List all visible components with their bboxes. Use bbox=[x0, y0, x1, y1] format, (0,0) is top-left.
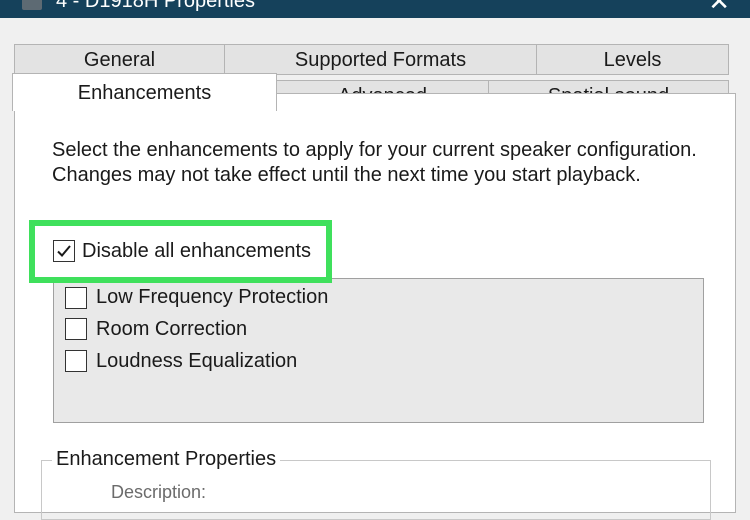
tab-label: Enhancements bbox=[77, 82, 212, 104]
loudness-equalization-label: Loudness Equalization bbox=[96, 350, 298, 372]
loudness-equalization-checkbox[interactable] bbox=[65, 350, 87, 372]
title-bar: 4 - D1918H Properties ✕ bbox=[0, 0, 750, 18]
tab-label: Levels bbox=[603, 49, 662, 71]
tab-supported-formats[interactable]: Supported Formats bbox=[224, 44, 537, 75]
close-icon[interactable]: ✕ bbox=[708, 0, 730, 16]
tab-enhancements[interactable]: Enhancements bbox=[12, 73, 277, 111]
low-frequency-protection-checkbox[interactable] bbox=[65, 287, 87, 309]
tab-levels[interactable]: Levels bbox=[536, 44, 729, 75]
room-correction-checkbox[interactable] bbox=[65, 318, 87, 340]
enhancement-properties-title: Enhancement Properties bbox=[52, 448, 281, 471]
room-correction-label: Room Correction bbox=[96, 318, 248, 340]
enhancements-description: Select the enhancements to apply for you… bbox=[52, 139, 697, 186]
tab-general[interactable]: General bbox=[14, 44, 225, 75]
highlight-box bbox=[29, 220, 332, 283]
tab-label: Supported Formats bbox=[294, 49, 467, 71]
speaker-icon bbox=[22, 0, 42, 10]
window-title: 4 - D1918H Properties bbox=[56, 0, 255, 12]
tab-label: General bbox=[83, 49, 156, 71]
low-frequency-protection-label: Low Frequency Protection bbox=[96, 286, 329, 308]
